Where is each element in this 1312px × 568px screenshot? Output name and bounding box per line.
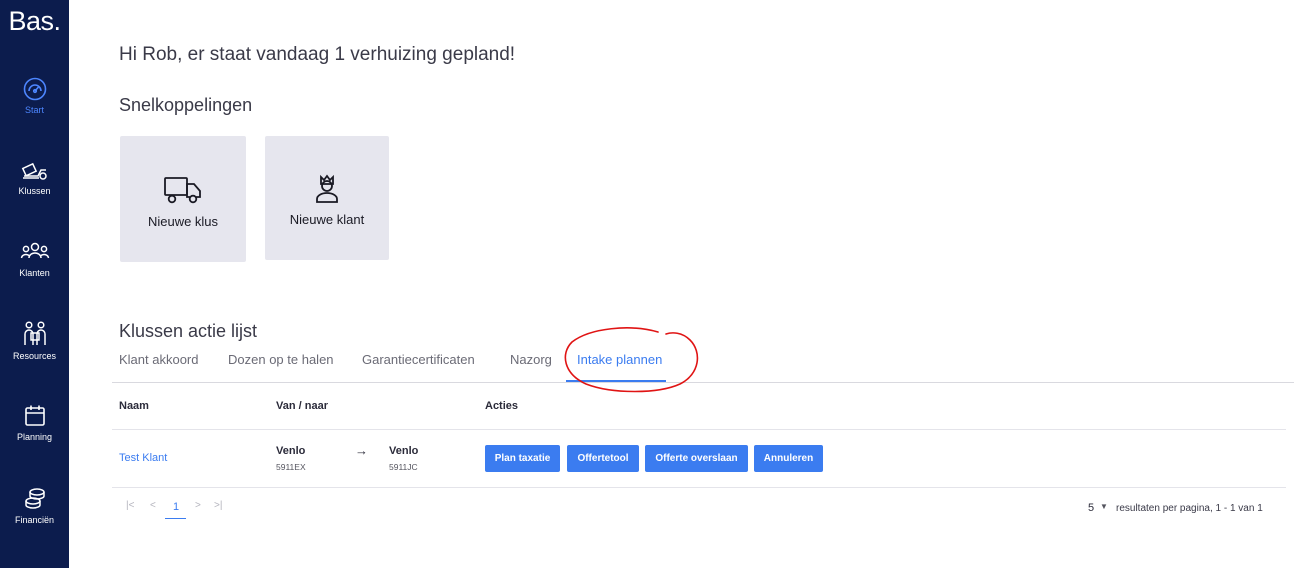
- plan-taxatie-button[interactable]: Plan taxatie: [485, 445, 560, 472]
- results-summary: resultaten per pagina, 1 - 1 van 1: [1116, 503, 1263, 514]
- last-page-button[interactable]: >|: [214, 500, 222, 511]
- actions-list-title: Klussen actie lijst: [119, 321, 258, 341]
- new-client-shortcut[interactable]: Nieuwe klant: [265, 136, 389, 260]
- previous-page-button[interactable]: <: [150, 500, 156, 511]
- sidebar-item-label: Klussen: [18, 186, 51, 196]
- to-zip: 5911JC: [389, 462, 418, 472]
- table-row-divider: [112, 487, 1286, 488]
- annuleren-button[interactable]: Annuleren: [754, 445, 823, 472]
- sidebar-item-planning[interactable]: Planning: [0, 403, 69, 442]
- tab-nazorg[interactable]: Nazorg: [510, 352, 552, 367]
- sidebar-item-label: Resources: [12, 351, 57, 361]
- chevron-down-icon[interactable]: ▼: [1100, 502, 1108, 511]
- shortcuts-title: Snelkoppelingen: [119, 95, 253, 115]
- first-page-button[interactable]: |<: [126, 500, 134, 511]
- sidebar-item-label: Klanten: [19, 268, 50, 278]
- client-name-link[interactable]: Test Klant: [119, 452, 167, 464]
- sidebar-item-klanten[interactable]: Klanten: [0, 239, 69, 278]
- movers-people-icon: [0, 320, 69, 348]
- sidebar-item-financien[interactable]: Financiën: [0, 486, 69, 525]
- column-header-route: Van / naar: [276, 400, 328, 412]
- from-city: Venlo: [276, 445, 306, 457]
- shortcut-label: Nieuwe klant: [289, 212, 365, 227]
- sidebar-item-start[interactable]: Start: [0, 76, 69, 115]
- next-page-button[interactable]: >: [195, 500, 201, 511]
- sidebar-item-label: Start: [24, 105, 44, 115]
- current-page-number[interactable]: 1: [173, 501, 179, 513]
- tabs-divider: [112, 382, 1294, 383]
- sidebar: Bas. Start Klussen Klanten Resources Pla…: [0, 0, 69, 568]
- customers-group-icon: [0, 239, 69, 265]
- coins-stack-icon: [0, 486, 69, 512]
- current-page-indicator: [165, 518, 186, 519]
- table-row-divider: [112, 429, 1286, 430]
- column-header-actions: Acties: [485, 400, 519, 412]
- sidebar-item-label: Planning: [16, 432, 53, 442]
- from-zip: 5911EX: [276, 462, 306, 472]
- offerte-overslaan-button[interactable]: Offerte overslaan: [645, 445, 748, 472]
- tab-garantiecertificaten[interactable]: Garantiecertificaten: [362, 352, 475, 367]
- per-page-select[interactable]: 5: [1088, 502, 1094, 514]
- app-logo: Bas.: [8, 6, 61, 36]
- moving-jobs-icon: [0, 157, 69, 183]
- page-greeting: Hi Rob, er staat vandaag 1 verhuizing ge…: [119, 44, 516, 65]
- sidebar-item-klussen[interactable]: Klussen: [0, 157, 69, 196]
- to-city: Venlo: [389, 445, 419, 457]
- new-job-shortcut[interactable]: Nieuwe klus: [120, 136, 246, 262]
- offertetool-button[interactable]: Offertetool: [567, 445, 639, 472]
- route-arrow: →: [355, 443, 368, 458]
- sidebar-item-label: Financiën: [14, 515, 55, 525]
- tab-klant-akkoord[interactable]: Klant akkoord: [119, 352, 199, 367]
- calendar-icon: [0, 403, 69, 429]
- tab-intake-plannen[interactable]: Intake plannen: [577, 352, 662, 367]
- tab-dozen-op-te-halen[interactable]: Dozen op te halen: [228, 352, 334, 367]
- sidebar-item-resources[interactable]: Resources: [0, 320, 69, 361]
- dashboard-gauge-icon: [0, 76, 69, 102]
- shortcut-label: Nieuwe klus: [147, 214, 219, 229]
- person-crown-icon: [265, 172, 389, 204]
- truck-icon: [120, 174, 246, 206]
- column-header-name: Naam: [119, 400, 149, 412]
